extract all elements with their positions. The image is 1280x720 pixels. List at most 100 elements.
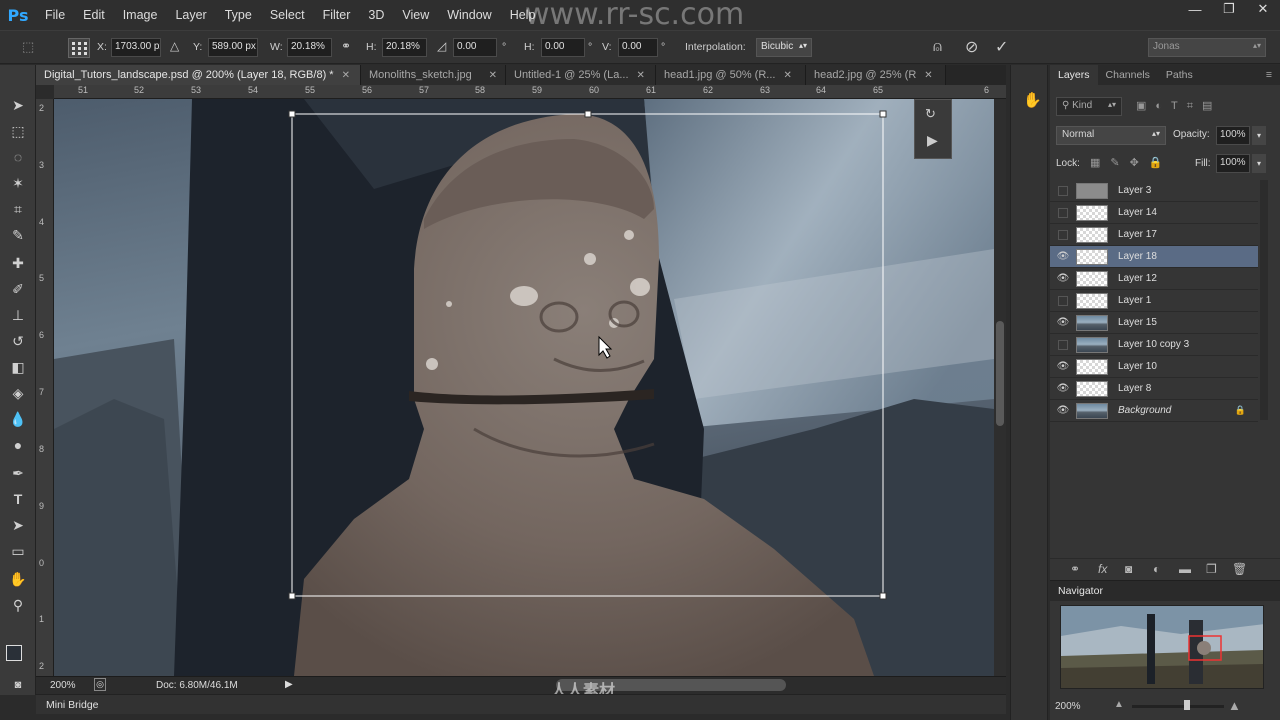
menu-window[interactable]: Window bbox=[438, 0, 500, 30]
delete-layer-icon[interactable]: 🗑 bbox=[1232, 562, 1247, 576]
layer-row[interactable]: 👁 Layer 15 bbox=[1050, 312, 1258, 334]
menu-type[interactable]: Type bbox=[216, 0, 261, 30]
status-share-icon[interactable]: ◎ bbox=[94, 678, 106, 691]
layers-scrollbar[interactable] bbox=[1260, 180, 1268, 420]
opacity-field[interactable]: 100% bbox=[1216, 126, 1250, 145]
y-field[interactable]: 589.00 px bbox=[208, 38, 258, 57]
layer-name[interactable]: Layer 15 bbox=[1118, 317, 1157, 328]
pen-tool-icon[interactable]: ✒ bbox=[8, 463, 28, 483]
healing-brush-icon[interactable]: ✚ bbox=[8, 253, 28, 273]
layer-name[interactable]: Layer 12 bbox=[1118, 273, 1157, 284]
panel-menu-icon[interactable]: ≡ bbox=[1258, 65, 1280, 85]
link-layers-icon[interactable]: ⚭ bbox=[1070, 562, 1080, 576]
layer-row[interactable]: 👁 Layer 10 bbox=[1050, 356, 1258, 378]
menu-3d[interactable]: 3D bbox=[359, 0, 393, 30]
menu-file[interactable]: File bbox=[36, 0, 74, 30]
layer-row[interactable]: 👁 Layer 8 bbox=[1050, 378, 1258, 400]
shape-tool-icon[interactable]: ▭ bbox=[8, 541, 28, 561]
layer-name[interactable]: Layer 8 bbox=[1118, 383, 1151, 394]
brush-presets-icon[interactable]: ✋ bbox=[1023, 91, 1042, 109]
zoom-out-icon[interactable]: ▲ bbox=[1114, 699, 1124, 710]
quick-mask-icon[interactable]: ◙ bbox=[8, 675, 28, 695]
layer-name[interactable]: Layer 10 bbox=[1118, 361, 1157, 372]
maximize-button[interactable]: ❐ bbox=[1212, 0, 1246, 18]
eye-icon[interactable]: 👁 bbox=[1050, 405, 1076, 416]
close-icon[interactable]: ✕ bbox=[342, 70, 350, 81]
mini-bridge-bar[interactable]: Mini Bridge bbox=[36, 694, 1006, 714]
layer-name[interactable]: Layer 3 bbox=[1118, 185, 1151, 196]
marquee-tool-icon[interactable]: ⬚ bbox=[8, 121, 28, 141]
tab-channels[interactable]: Channels bbox=[1098, 65, 1158, 85]
fill-dropdown-icon[interactable]: ▾ bbox=[1252, 154, 1266, 173]
hskew-field[interactable]: 0.00 bbox=[541, 38, 585, 57]
visibility-toggle[interactable] bbox=[1058, 295, 1068, 306]
vertical-scrollbar[interactable] bbox=[994, 99, 1006, 676]
brush-tool-icon[interactable]: ✐ bbox=[8, 279, 28, 299]
tab-head1[interactable]: head1.jpg @ 50% (R... ✕ bbox=[656, 65, 806, 85]
menu-view[interactable]: View bbox=[393, 0, 438, 30]
layer-row[interactable]: 👁 Layer 12 bbox=[1050, 268, 1258, 290]
eyedropper-icon[interactable]: ✎ bbox=[8, 225, 28, 245]
eraser-icon[interactable]: ◧ bbox=[8, 357, 28, 377]
visibility-toggle[interactable] bbox=[1058, 229, 1068, 240]
menu-select[interactable]: Select bbox=[261, 0, 314, 30]
layer-row[interactable]: Layer 10 copy 3 bbox=[1050, 334, 1258, 356]
play-icon[interactable]: ▶ bbox=[927, 132, 938, 149]
history-brush-icon[interactable]: ↺ bbox=[8, 331, 28, 351]
close-icon[interactable]: ✕ bbox=[637, 70, 645, 81]
eye-icon[interactable]: 👁 bbox=[1050, 317, 1076, 328]
foreground-color-swatch[interactable] bbox=[6, 645, 22, 661]
menu-image[interactable]: Image bbox=[114, 0, 167, 30]
layer-row[interactable]: Layer 1 bbox=[1050, 290, 1258, 312]
close-icon[interactable]: ✕ bbox=[783, 70, 791, 81]
close-icon[interactable]: ✕ bbox=[924, 70, 932, 81]
navigator-preview[interactable] bbox=[1060, 605, 1264, 689]
crop-tool-icon[interactable]: ⌗ bbox=[8, 199, 28, 219]
layer-name[interactable]: Layer 1 bbox=[1118, 295, 1151, 306]
zoom-in-icon[interactable]: ▲ bbox=[1228, 698, 1241, 713]
tab-digital-tutors[interactable]: Digital_Tutors_landscape.psd @ 200% (Lay… bbox=[36, 65, 361, 85]
visibility-toggle[interactable] bbox=[1058, 207, 1068, 218]
lock-icons[interactable]: ▦✎✥🔒 bbox=[1090, 156, 1173, 169]
x-field[interactable]: 1703.00 px bbox=[111, 38, 161, 57]
layer-name[interactable]: Background bbox=[1118, 405, 1171, 416]
layer-name[interactable]: Layer 18 bbox=[1118, 251, 1157, 262]
clone-stamp-icon[interactable]: ⊥ bbox=[8, 305, 28, 325]
scroll-thumb[interactable] bbox=[996, 321, 1004, 426]
add-mask-icon[interactable]: ◙ bbox=[1125, 562, 1132, 576]
zoom-slider-thumb[interactable] bbox=[1184, 700, 1190, 710]
filter-icons[interactable]: ▣◐T⌗▤ bbox=[1136, 99, 1221, 113]
paint-bucket-icon[interactable]: ◈ bbox=[8, 383, 28, 403]
zoom-tool-icon[interactable]: ⚲ bbox=[8, 595, 28, 615]
document-canvas[interactable]: ↻ ▶ bbox=[54, 99, 994, 676]
type-tool-icon[interactable]: T bbox=[8, 489, 28, 509]
menu-edit[interactable]: Edit bbox=[74, 0, 114, 30]
blend-mode-select[interactable]: Normal ▴▾ bbox=[1056, 126, 1166, 145]
angle-field[interactable]: 0.00 bbox=[453, 38, 497, 57]
tab-layers[interactable]: Layers bbox=[1050, 65, 1098, 85]
commit-transform-icon[interactable]: ✓ bbox=[995, 37, 1008, 57]
minimize-button[interactable]: — bbox=[1178, 0, 1212, 18]
dodge-tool-icon[interactable]: ● bbox=[8, 435, 28, 455]
path-selection-icon[interactable]: ➤ bbox=[8, 515, 28, 535]
status-menu-arrow-icon[interactable]: ▶ bbox=[285, 679, 293, 690]
fill-field[interactable]: 100% bbox=[1216, 154, 1250, 173]
menu-filter[interactable]: Filter bbox=[314, 0, 360, 30]
menu-layer[interactable]: Layer bbox=[166, 0, 215, 30]
layer-style-icon[interactable]: fx bbox=[1098, 562, 1107, 576]
history-icon[interactable]: ↻ bbox=[925, 106, 936, 122]
zoom-slider[interactable] bbox=[1132, 705, 1224, 708]
link-icon[interactable]: ⚭ bbox=[341, 39, 351, 53]
layer-row[interactable]: Layer 3 bbox=[1050, 180, 1258, 202]
magic-wand-icon[interactable]: ✶ bbox=[8, 173, 28, 193]
new-layer-icon[interactable]: ❐ bbox=[1206, 562, 1217, 576]
layer-row[interactable]: 👁 Layer 18 bbox=[1050, 246, 1258, 268]
visibility-toggle[interactable] bbox=[1058, 185, 1068, 196]
layer-name[interactable]: Layer 17 bbox=[1118, 229, 1157, 240]
cancel-transform-icon[interactable]: ⊘ bbox=[965, 37, 978, 57]
layer-filter-select[interactable]: ⚲ Kind ▴▾ bbox=[1056, 97, 1122, 116]
height-field[interactable]: 20.18% bbox=[382, 38, 427, 57]
workspace-select[interactable]: Jonas ▴▾ bbox=[1148, 38, 1266, 57]
interpolation-select[interactable]: Bicubic ▴▾ bbox=[756, 38, 812, 57]
layer-row[interactable]: Layer 17 bbox=[1050, 224, 1258, 246]
